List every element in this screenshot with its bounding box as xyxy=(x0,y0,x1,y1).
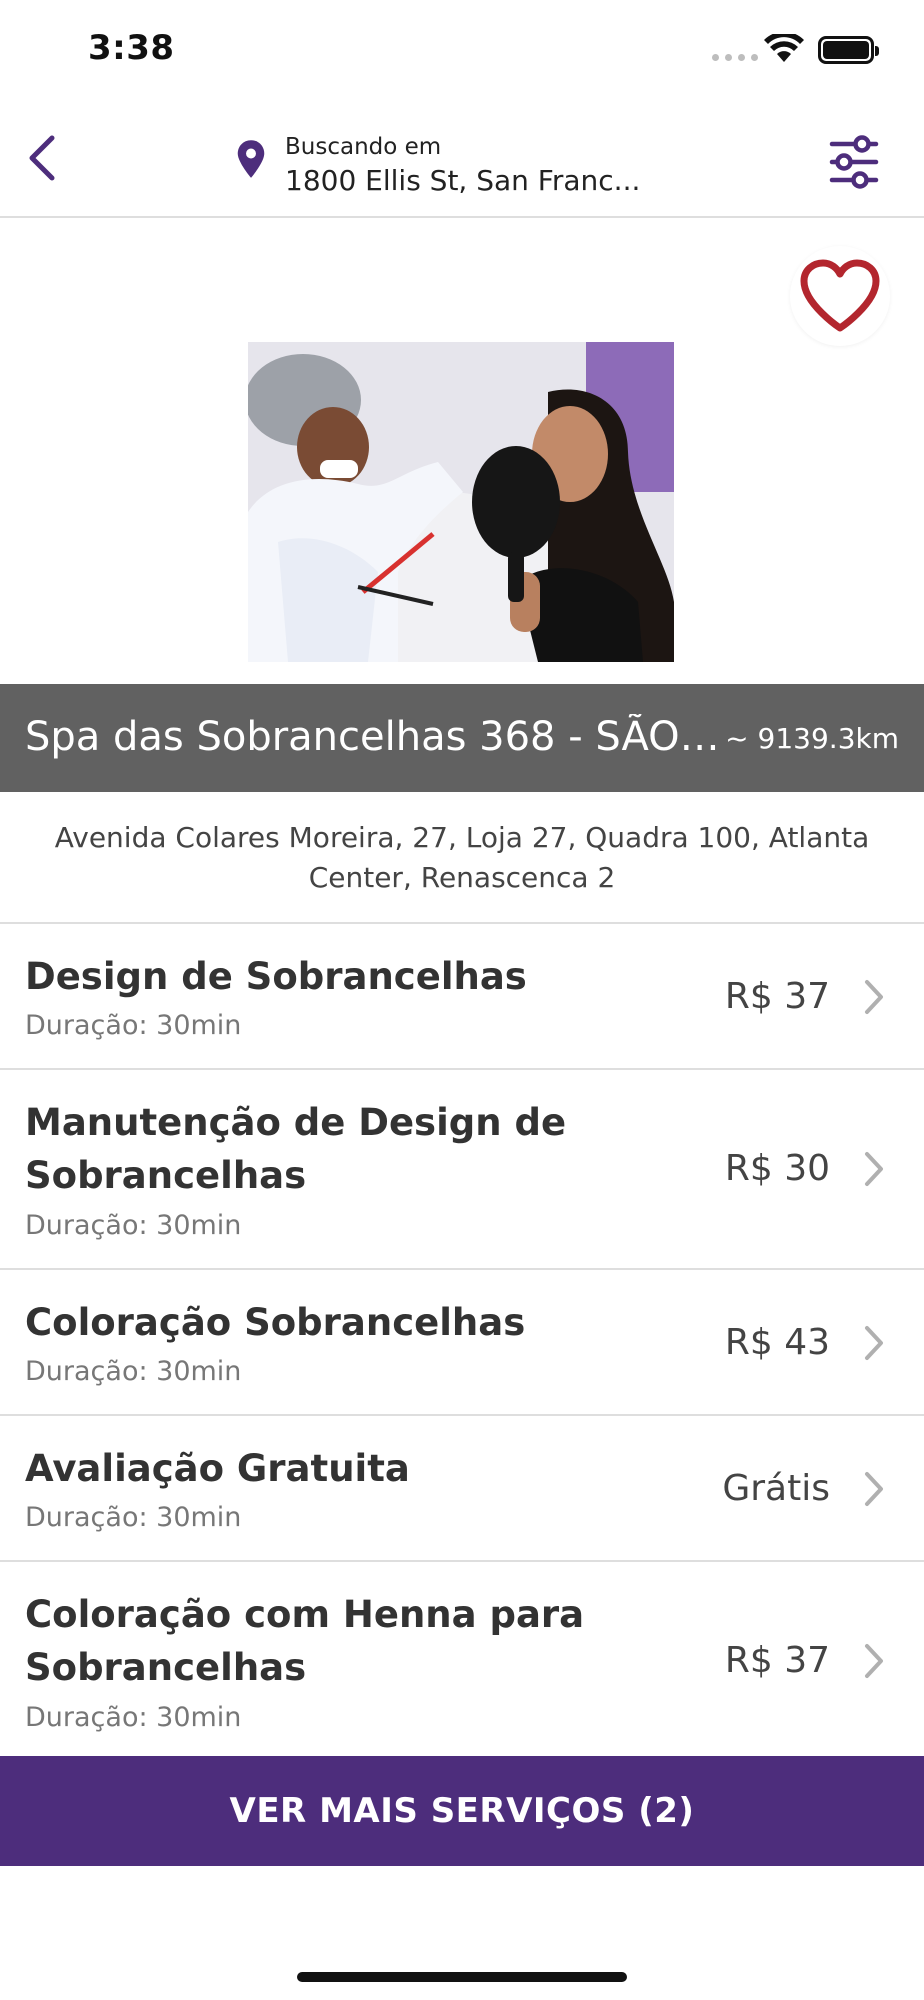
wifi-icon xyxy=(764,34,804,62)
service-price: R$ 43 xyxy=(724,1322,830,1363)
chevron-right-icon xyxy=(865,1644,883,1678)
salon-name: Spa das Sobrancelhas 368 - SÃO L... xyxy=(25,714,725,760)
location-label: Buscando em xyxy=(285,134,442,160)
heart-icon xyxy=(800,259,880,332)
status-bar: 3:38 xyxy=(0,0,924,100)
service-duration: Duração: 30min xyxy=(25,1502,242,1533)
location-value[interactable]: 1800 Ellis St, San Franc... xyxy=(285,164,640,197)
status-time: 3:38 xyxy=(88,28,175,68)
service-item[interactable]: Coloração Sobrancelhas Duração: 30min R$… xyxy=(0,1268,924,1414)
filter-button[interactable] xyxy=(826,134,882,190)
service-price: R$ 37 xyxy=(724,1640,830,1681)
navigation-bar: Buscando em 1800 Ellis St, San Franc... xyxy=(0,100,924,218)
salon-title-bar: Spa das Sobrancelhas 368 - SÃO L... ~ 91… xyxy=(0,684,924,792)
back-chevron-icon xyxy=(29,135,55,181)
service-duration: Duração: 30min xyxy=(25,1210,242,1241)
salon-address: Avenida Colares Moreira, 27, Loja 27, Qu… xyxy=(54,821,870,894)
service-duration: Duração: 30min xyxy=(25,1010,242,1041)
signal-icon xyxy=(712,54,758,61)
service-duration: Duração: 30min xyxy=(25,1702,242,1733)
home-indicator xyxy=(297,1972,627,1982)
chevron-right-icon xyxy=(865,980,883,1014)
chevron-right-icon xyxy=(865,1472,883,1506)
service-price: R$ 37 xyxy=(724,976,830,1017)
see-more-services-button[interactable]: VER MAIS SERVIÇOS (2) xyxy=(0,1756,924,1866)
service-item[interactable]: Coloração com Henna para Sobrancelhas Du… xyxy=(0,1560,924,1756)
chevron-right-icon xyxy=(865,1152,883,1186)
service-item[interactable]: Avaliação Gratuita Duração: 30min Grátis xyxy=(0,1414,924,1560)
location-pin-icon xyxy=(237,140,265,178)
service-item[interactable]: Manutenção de Design de Sobrancelhas Dur… xyxy=(0,1068,924,1268)
service-item[interactable]: Design de Sobrancelhas Duração: 30min R$… xyxy=(0,922,924,1068)
back-button[interactable] xyxy=(16,128,66,188)
service-name: Design de Sobrancelhas xyxy=(25,955,527,998)
service-name: Manutenção de Design de Sobrancelhas xyxy=(25,1101,567,1197)
chevron-right-icon xyxy=(865,1326,883,1360)
service-price: R$ 30 xyxy=(724,1148,830,1189)
salon-photo xyxy=(248,342,674,662)
salon-distance: ~ 9139.3km xyxy=(725,722,899,755)
service-price: Grátis xyxy=(722,1468,830,1509)
filter-sliders-icon xyxy=(829,135,879,189)
battery-icon xyxy=(818,36,879,64)
service-list: Design de Sobrancelhas Duração: 30min R$… xyxy=(0,922,924,1756)
service-name: Avaliação Gratuita xyxy=(25,1447,410,1490)
service-name: Coloração com Henna para Sobrancelhas xyxy=(25,1593,585,1689)
service-duration: Duração: 30min xyxy=(25,1356,242,1387)
favorite-button[interactable] xyxy=(790,246,890,346)
service-name: Coloração Sobrancelhas xyxy=(25,1301,526,1344)
